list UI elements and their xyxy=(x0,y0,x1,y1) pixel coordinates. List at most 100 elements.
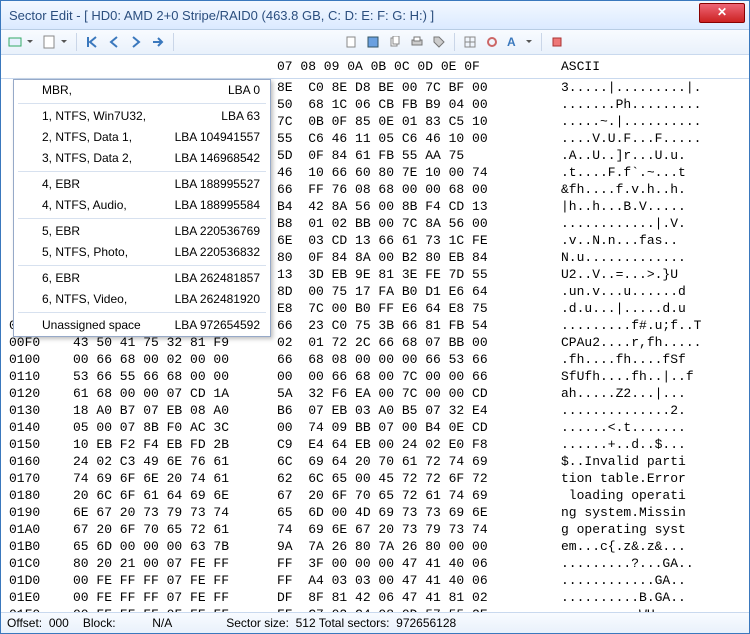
hex-row[interactable]: 013018 A0 B7 07 EB 08 A0B6 07 EB 03 A0 B… xyxy=(1,402,749,419)
open-file-dropdown[interactable] xyxy=(39,32,71,52)
hex-cell-a: 05 00 07 8B F0 AC 3C xyxy=(73,419,277,436)
menu-item[interactable]: 6, EBRLBA 262481857 xyxy=(14,268,270,289)
offset-cell: 0130 xyxy=(1,402,73,419)
hex-row[interactable]: 012061 68 00 00 07 CD 1A5A 32 F6 EA 00 7… xyxy=(1,385,749,402)
titlebar[interactable]: Sector Edit - [ HD0: AMD 2+0 Stripe/RAID… xyxy=(1,1,749,30)
menu-item[interactable]: 4, NTFS, Audio, LBA 188995584 xyxy=(14,195,270,216)
tag-button[interactable] xyxy=(429,32,449,52)
nav-first-button[interactable] xyxy=(82,32,102,52)
help-button[interactable] xyxy=(547,32,567,52)
hex-row[interactable]: 014005 00 07 8B F0 AC 3C00 74 09 BB 07 0… xyxy=(1,419,749,436)
tag-icon xyxy=(433,36,445,48)
grid-icon xyxy=(464,36,476,48)
hex-cell-b: 6C 69 64 20 70 61 72 74 69 xyxy=(277,453,553,470)
hex-cell-b: 74 69 6E 67 20 73 79 73 74 xyxy=(277,521,553,538)
menu-item-lba: LBA 220536832 xyxy=(175,244,260,261)
menu-item[interactable]: MBR,LBA 0 xyxy=(14,80,270,101)
hex-row[interactable]: 01A067 20 6F 70 65 72 6174 69 6E 67 20 7… xyxy=(1,521,749,538)
hex-rows[interactable]: 8E C0 8E D8 BE 00 7C BF 003.....|.......… xyxy=(1,79,749,615)
ascii-cell: g operating syst xyxy=(553,521,749,538)
menu-item[interactable]: 5, NTFS, Photo, LBA 220536832 xyxy=(14,242,270,263)
hex-cell-a: 10 EB F2 F4 EB FD 2B xyxy=(73,436,277,453)
save-button[interactable] xyxy=(363,32,383,52)
ascii-cell: .t....F.f`.~...t xyxy=(553,164,749,181)
menu-item[interactable]: 1, NTFS, Win7U32,LBA 63 xyxy=(14,106,270,127)
hex-cell-a: 67 20 6F 70 65 72 61 xyxy=(73,521,277,538)
offset-cell: 01C0 xyxy=(1,555,73,572)
hex-cell-b: 9A 7A 26 80 7A 26 80 00 00 xyxy=(277,538,553,555)
toolbar: A xyxy=(1,30,749,55)
app-window: Sector Edit - [ HD0: AMD 2+0 Stripe/RAID… xyxy=(0,0,750,634)
new-button[interactable] xyxy=(341,32,361,52)
ascii-cell: ng system.Missin xyxy=(553,504,749,521)
hex-cell-b: 50 68 1C 06 CB FB B9 04 00 xyxy=(277,96,553,113)
hex-cell-b: 7C 0B 0F 85 0E 01 83 C5 10 xyxy=(277,113,553,130)
offset-cell: 0140 xyxy=(1,419,73,436)
ascii-cell: .un.v...u......d xyxy=(553,283,749,300)
hex-row[interactable]: 01C080 20 21 00 07 FE FFFF 3F 00 00 00 4… xyxy=(1,555,749,572)
menu-item[interactable]: 6, NTFS, Video,LBA 262481920 xyxy=(14,289,270,310)
hex-cell-b: 65 6D 00 4D 69 73 73 69 6E xyxy=(277,504,553,521)
print-button[interactable] xyxy=(407,32,427,52)
menu-item-lba: LBA 972654592 xyxy=(175,317,260,334)
menu-item-lba: LBA 220536769 xyxy=(175,223,260,240)
hex-row[interactable]: 017074 69 6F 6E 20 74 6162 6C 65 00 45 7… xyxy=(1,470,749,487)
hex-cell-a: 6E 67 20 73 79 73 74 xyxy=(73,504,277,521)
hex-cell-b: 80 0F 84 8A 00 B2 80 EB 84 xyxy=(277,249,553,266)
ascii-cell: em...c{.z&.z&... xyxy=(553,538,749,555)
menu-item-lba: LBA 188995584 xyxy=(175,197,260,214)
close-button[interactable]: ✕ xyxy=(699,3,745,23)
hex-editor: 07 08 09 0A 0B 0C 0D 0E 0F ASCII 8E C0 8… xyxy=(1,55,749,615)
hex-row[interactable]: 01B065 6D 00 00 00 63 7B9A 7A 26 80 7A 2… xyxy=(1,538,749,555)
hex-cell-b: 8D 00 75 17 FA B0 D1 E6 64 xyxy=(277,283,553,300)
ascii-cell: .......Ph......... xyxy=(553,96,749,113)
menu-item[interactable]: 5, EBRLBA 220536769 xyxy=(14,221,270,242)
open-disk-dropdown[interactable] xyxy=(5,32,37,52)
hex-row[interactable]: 01906E 67 20 73 79 73 7465 6D 00 4D 69 7… xyxy=(1,504,749,521)
nav-next-button[interactable] xyxy=(126,32,146,52)
font-dropdown[interactable]: A xyxy=(504,32,536,52)
menu-item-label: 6, NTFS, Video, xyxy=(42,291,127,308)
menu-item-label: Unassigned space xyxy=(42,317,141,334)
hex-cell-b: FF A4 03 03 00 47 41 40 06 xyxy=(277,572,553,589)
offset-value: 000 xyxy=(49,616,69,630)
partition-menu: MBR,LBA 0 1, NTFS, Win7U32,LBA 632, NTFS,… xyxy=(13,79,271,337)
offset-cell: 0100 xyxy=(1,351,73,368)
hex-cell-b: 00 00 66 68 00 7C 00 00 66 xyxy=(277,368,553,385)
page-icon xyxy=(42,35,56,49)
offset-cell: 01E0 xyxy=(1,589,73,606)
hex-row[interactable]: 018020 6C 6F 61 64 69 6E67 20 6F 70 65 7… xyxy=(1,487,749,504)
menu-item-label: 5, NTFS, Photo, xyxy=(42,244,128,261)
ascii-cell: loading operati xyxy=(553,487,749,504)
hex-cell-a: 00 FE FF FF 07 FE FF xyxy=(73,572,277,589)
hex-row[interactable]: 010000 66 68 00 02 00 0066 68 08 00 00 0… xyxy=(1,351,749,368)
hex-cell-b: 46 10 66 60 80 7E 10 00 74 xyxy=(277,164,553,181)
menu-item[interactable]: 4, EBRLBA 188995527 xyxy=(14,174,270,195)
ascii-cell: ah.....Z2...|... xyxy=(553,385,749,402)
menu-item[interactable]: Unassigned space LBA 972654592 xyxy=(14,315,270,336)
menu-item[interactable]: 3, NTFS, Data 2,LBA 146968542 xyxy=(14,148,270,169)
ascii-cell: tion table.Error xyxy=(553,470,749,487)
offset-cell: 01A0 xyxy=(1,521,73,538)
menu-item-label: 4, NTFS, Audio, xyxy=(42,197,127,214)
tool1-button[interactable] xyxy=(460,32,480,52)
tool2-button[interactable] xyxy=(482,32,502,52)
hex-row[interactable]: 01D000 FE FF FF 07 FE FFFF A4 03 03 00 4… xyxy=(1,572,749,589)
ascii-cell: .A..U..]r...U.u. xyxy=(553,147,749,164)
hex-row[interactable]: 016024 02 C3 49 6E 76 616C 69 64 20 70 6… xyxy=(1,453,749,470)
copy-icon xyxy=(389,36,401,48)
hex-row[interactable]: 011053 66 55 66 68 00 0000 00 66 68 00 7… xyxy=(1,368,749,385)
menu-item[interactable]: 2, NTFS, Data 1,LBA 104941557 xyxy=(14,127,270,148)
hex-row[interactable]: 015010 EB F2 F4 EB FD 2BC9 E4 64 EB 00 2… xyxy=(1,436,749,453)
save-icon xyxy=(367,36,379,48)
offset-cell: 0120 xyxy=(1,385,73,402)
nav-prev-button[interactable] xyxy=(104,32,124,52)
hex-row[interactable]: 01E000 FE FF FF 07 FE FFDF 8F 81 42 06 4… xyxy=(1,589,749,606)
copy-button[interactable] xyxy=(385,32,405,52)
menu-item-lba: LBA 104941557 xyxy=(175,129,260,146)
nav-goto-button[interactable] xyxy=(148,32,168,52)
hex-header: 07 08 09 0A 0B 0C 0D 0E 0F xyxy=(277,58,553,75)
hex-cell-b: 66 FF 76 08 68 00 00 68 00 xyxy=(277,181,553,198)
ascii-cell: ..............2. xyxy=(553,402,749,419)
ascii-cell: SfUfh....fh..|..f xyxy=(553,368,749,385)
